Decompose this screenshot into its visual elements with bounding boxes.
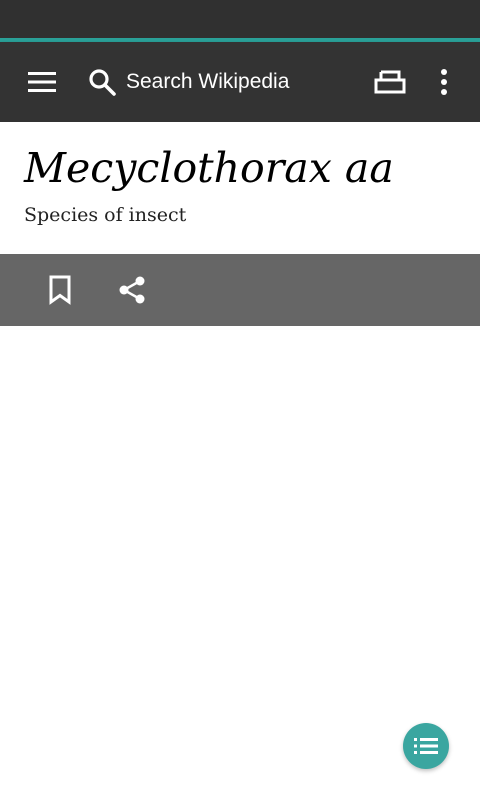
article-header: Mecyclothorax aa Species of insect [0, 122, 480, 254]
page-description: Species of insect [24, 204, 187, 226]
toolbar: Search Wikipedia [0, 42, 480, 122]
menu-icon [28, 72, 56, 92]
bookmark-button[interactable] [36, 266, 84, 314]
tabs-icon [374, 70, 406, 94]
more-options-button[interactable] [420, 58, 468, 106]
article-content [0, 326, 480, 800]
search-placeholder: Search Wikipedia [126, 70, 290, 93]
status-bar [0, 0, 480, 38]
menu-button[interactable] [18, 58, 66, 106]
article-action-bar [0, 254, 480, 326]
search-input[interactable]: Search Wikipedia [84, 58, 344, 106]
share-button[interactable] [108, 266, 156, 314]
toc-list-icon [414, 738, 438, 754]
share-icon [119, 276, 145, 304]
bookmark-icon [49, 275, 71, 305]
more-vert-icon [441, 69, 447, 95]
table-of-contents-button[interactable] [403, 723, 449, 769]
tabs-button[interactable] [366, 58, 414, 106]
page-title: Mecyclothorax aa [24, 144, 394, 192]
search-icon [84, 58, 120, 106]
